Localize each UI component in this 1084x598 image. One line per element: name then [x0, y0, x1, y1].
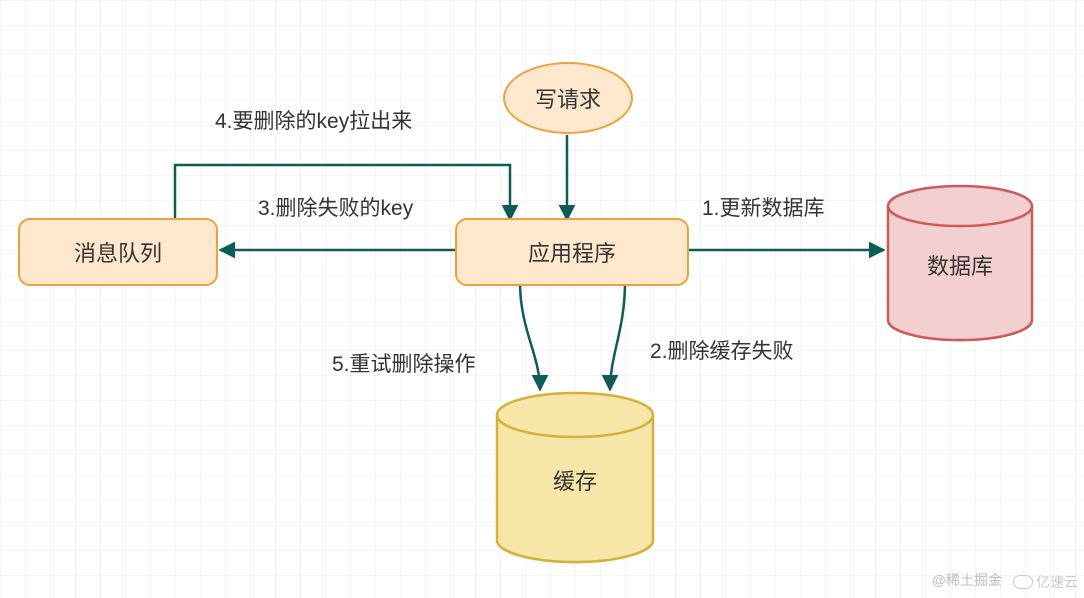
watermark-juejin: @稀土掘金: [932, 570, 1002, 590]
node-write-request: 写请求: [503, 62, 633, 134]
diagram-canvas: 写请求 消息队列 应用程序 数据库 缓存 1.更新数据库 2.删除缓存失败 3.…: [0, 0, 1084, 598]
node-message-queue-label: 消息队列: [74, 236, 162, 268]
edge-4-label: 4.要删除的key拉出来: [215, 105, 412, 135]
edge-5-label: 5.重试删除操作: [332, 348, 476, 378]
node-write-request-label: 写请求: [535, 82, 601, 114]
node-database: 数据库: [888, 220, 1032, 310]
watermark-yisuyun-label: 亿速云: [1036, 572, 1078, 592]
edge-1-label: 1.更新数据库: [702, 192, 825, 222]
node-application: 应用程序: [455, 218, 689, 286]
node-cache: 缓存: [497, 430, 653, 530]
node-message-queue: 消息队列: [18, 218, 218, 286]
watermark-yisuyun: 亿速云: [1013, 572, 1078, 592]
edge-2-label: 2.删除缓存失败: [650, 335, 794, 365]
node-application-label: 应用程序: [528, 236, 616, 268]
node-database-label: 数据库: [927, 249, 993, 281]
node-cache-label: 缓存: [553, 464, 597, 496]
edge-5: [520, 282, 540, 390]
cloud-icon: [1013, 575, 1033, 589]
edge-3-label: 3.删除失败的key: [258, 192, 413, 222]
edge-2: [610, 282, 625, 390]
